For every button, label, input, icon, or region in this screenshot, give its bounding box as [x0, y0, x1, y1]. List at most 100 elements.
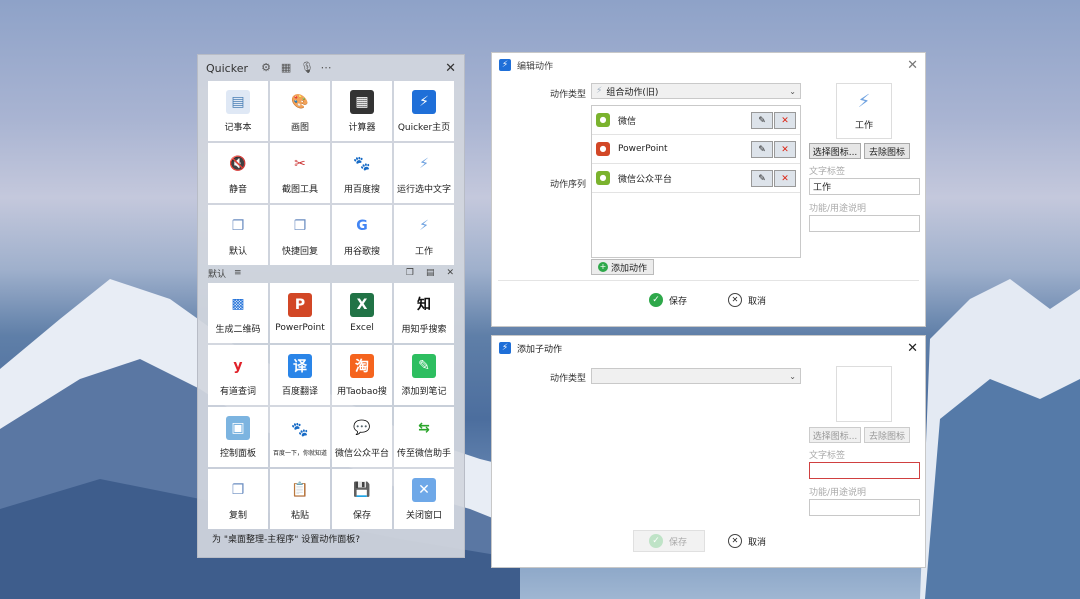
- text-label-caption: 文字标签: [809, 167, 846, 177]
- google-g-icon: G: [350, 213, 374, 238]
- description-caption: 功能/用途说明: [809, 204, 867, 214]
- action-tile[interactable]: ✕ 关闭窗口: [394, 469, 454, 529]
- microphone-icon[interactable]: 🎙: [300, 62, 314, 74]
- chevron-down-icon: ⌄: [789, 371, 796, 381]
- close-icon[interactable]: ✕: [445, 61, 456, 76]
- zhihu-icon: 知: [412, 291, 436, 316]
- action-tile[interactable]: 淘用Taobao搜: [332, 345, 392, 405]
- more-icon[interactable]: ⋯: [320, 62, 332, 74]
- action-tile[interactable]: ❐ 复制: [208, 469, 268, 529]
- action-sequence-item[interactable]: ● PowerPoint ✎ ✕: [592, 135, 800, 164]
- action-tile[interactable]: ❐ 快捷回复: [270, 205, 330, 265]
- tools-icon[interactable]: ✕: [446, 268, 454, 278]
- action-tile[interactable]: ⚡ 工作: [394, 205, 454, 265]
- action-tile[interactable]: 译百度翻译: [270, 345, 330, 405]
- clipboard-icon[interactable]: ▤: [426, 268, 435, 278]
- gear-icon[interactable]: ⚙: [260, 62, 272, 74]
- quicker-toolbar: Quicker ⚙ ▦ 🎙 ⋯ ✕: [198, 55, 464, 81]
- grid-icon[interactable]: ▦: [280, 62, 292, 74]
- close-icon[interactable]: ✕: [907, 341, 918, 356]
- edit-pencil-icon[interactable]: ✎: [751, 141, 773, 158]
- choose-icon-button[interactable]: 选择图标...: [809, 143, 861, 159]
- action-tile[interactable]: P PowerPoint: [270, 283, 330, 343]
- action-type-select[interactable]: ⚡ 组合动作(旧) ⌄: [591, 83, 801, 99]
- panel-setup-link[interactable]: 为 "桌面整理-主程序" 设置动作面板?: [212, 532, 360, 545]
- save-floppy-icon: 💾: [350, 477, 374, 502]
- action-sequence-item[interactable]: ● 微信 ✎ ✕: [592, 106, 800, 135]
- action-tile[interactable]: 🐾 用百度搜: [332, 143, 392, 203]
- action-tile[interactable]: ❐ 默认: [208, 205, 268, 265]
- action-tile[interactable]: ⚡ 运行选中文字: [394, 143, 454, 203]
- plus-icon: +: [598, 262, 608, 272]
- description-input[interactable]: [809, 499, 920, 516]
- section-label: 默认: [208, 269, 227, 280]
- remove-icon-button[interactable]: 去除图标: [864, 427, 910, 443]
- action-tile[interactable]: 知用知乎搜索: [394, 283, 454, 343]
- action-tile[interactable]: ⚡ Quicker主页: [394, 81, 454, 141]
- cancel-button[interactable]: ✕ 取消: [728, 534, 766, 548]
- action-tile[interactable]: ✂ 截图工具: [270, 143, 330, 203]
- action-type-select[interactable]: ⌄: [591, 368, 801, 384]
- action-icon-preview[interactable]: [836, 366, 892, 422]
- powerpoint-icon: P: [288, 293, 312, 317]
- action-tile-label: 百度翻译: [281, 386, 318, 397]
- bolt-outline-icon: ⚡: [857, 91, 871, 112]
- text-label-input[interactable]: 工作: [809, 178, 920, 195]
- delete-x-icon[interactable]: ✕: [774, 112, 796, 129]
- edit-pencil-icon[interactable]: ✎: [751, 170, 773, 187]
- baidu-translate-icon: 译: [288, 353, 312, 378]
- choose-icon-button[interactable]: 选择图标...: [809, 427, 861, 443]
- notepad-icon: ▤: [226, 89, 250, 114]
- action-tile[interactable]: ▩ 生成二维码: [208, 283, 268, 343]
- close-icon[interactable]: ✕: [907, 58, 918, 73]
- save-button[interactable]: ✓ 保存: [649, 293, 687, 307]
- quicker-bolt-icon: ⚡: [412, 89, 436, 114]
- cancel-label: 取消: [748, 537, 767, 548]
- action-tile[interactable]: ✎ 添加到笔记: [394, 345, 454, 405]
- remove-icon-button[interactable]: 去除图标: [864, 143, 910, 159]
- save-button[interactable]: ✓ 保存: [649, 534, 687, 548]
- evernote-icon: ✎: [412, 353, 436, 378]
- menu-icon[interactable]: ≡: [234, 268, 242, 278]
- youdao-icon: y: [226, 353, 250, 378]
- action-tile-label: 用知乎搜索: [401, 324, 447, 335]
- add-action-button[interactable]: + 添加动作: [591, 259, 655, 275]
- action-tile[interactable]: G 用谷歌搜: [332, 205, 392, 265]
- action-tile[interactable]: X Excel: [332, 283, 392, 343]
- quicker-panel: Quicker ⚙ ▦ 🎙 ⋯ ✕ ▤ 记事本 🎨 画图 ▦ 计算器 ⚡ Quicker主页 🔇…: [197, 54, 465, 558]
- action-tile[interactable]: 💾 保存: [332, 469, 392, 529]
- action-sequence-label: 微信公众平台: [618, 174, 673, 185]
- action-tile[interactable]: 🎨 画图: [270, 81, 330, 141]
- action-tile[interactable]: 🐾 百度一下，你就知道: [270, 407, 330, 467]
- action-tile[interactable]: ▤ 记事本: [208, 81, 268, 141]
- delete-x-icon[interactable]: ✕: [774, 170, 796, 187]
- edit-pencil-icon[interactable]: ✎: [751, 112, 773, 129]
- action-tile-label: PowerPoint: [275, 323, 325, 333]
- copy-icon[interactable]: ❐: [406, 268, 414, 278]
- action-tile[interactable]: ▣ 控制面板: [208, 407, 268, 467]
- action-tile[interactable]: ▦ 计算器: [332, 81, 392, 141]
- action-tile-label: 用谷歌搜: [343, 246, 380, 257]
- action-tile[interactable]: ⇆ 传至微信助手: [394, 407, 454, 467]
- wechat-icon: ●: [596, 113, 610, 127]
- action-tile-label: 传至微信助手: [396, 448, 451, 459]
- check-icon: ✓: [649, 293, 663, 307]
- action-sequence-item[interactable]: ● 微信公众平台 ✎ ✕: [592, 164, 800, 193]
- action-tile[interactable]: 📋 粘贴: [270, 469, 330, 529]
- delete-x-icon[interactable]: ✕: [774, 141, 796, 158]
- action-tile-label: 默认: [228, 246, 247, 257]
- action-sequence-label: PowerPoint: [618, 144, 668, 154]
- cancel-label: 取消: [748, 296, 767, 307]
- dialog-titlebar: ⚡ 编辑动作 ✕: [492, 53, 925, 77]
- description-input[interactable]: [809, 215, 920, 232]
- action-tile[interactable]: y 有道查词: [208, 345, 268, 405]
- action-tile[interactable]: 💬 微信公众平台: [332, 407, 392, 467]
- action-tile-label: 用百度搜: [343, 184, 380, 195]
- action-tile-label: 生成二维码: [215, 324, 261, 335]
- paint-palette-icon: 🎨: [288, 89, 312, 114]
- action-type-label: 动作类型: [550, 374, 587, 384]
- action-tile[interactable]: 🔇 静音: [208, 143, 268, 203]
- text-label-input[interactable]: [809, 462, 920, 479]
- cancel-button[interactable]: ✕ 取消: [728, 293, 766, 307]
- action-icon-preview[interactable]: ⚡ 工作: [836, 83, 892, 139]
